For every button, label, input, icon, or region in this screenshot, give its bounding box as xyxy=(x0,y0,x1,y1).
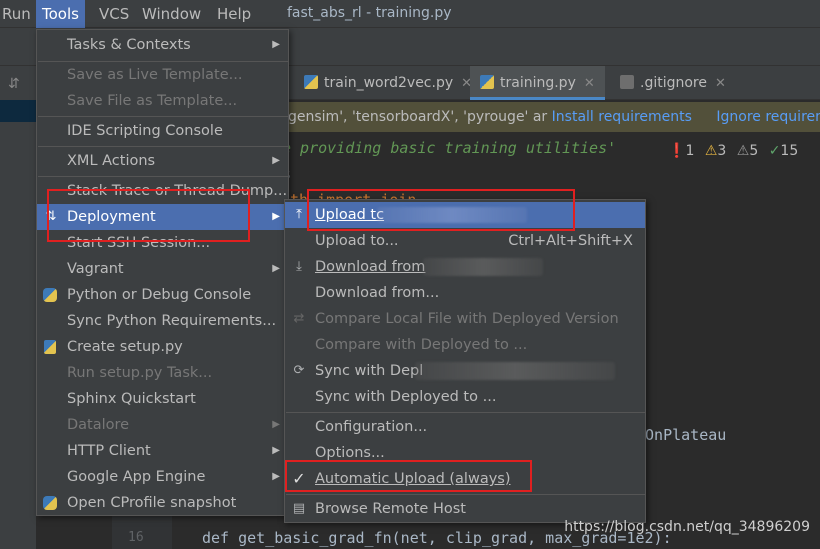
submenu-arrow-icon: ▶ xyxy=(272,419,280,430)
close-icon[interactable]: ✕ xyxy=(715,76,726,91)
menu-item-vagrant[interactable]: Vagrant ▶ xyxy=(37,256,288,282)
redacted-server-name xyxy=(415,362,615,380)
menu-item-download-from[interactable]: Download from... xyxy=(285,280,645,306)
warning-count: ⚠3 xyxy=(704,143,727,159)
menu-item-compare-local[interactable]: ⇄ Compare Local File with Deployed Versio… xyxy=(285,306,645,332)
menu-item-create-setup[interactable]: Create setup.py xyxy=(37,334,288,360)
close-icon[interactable]: ✕ xyxy=(584,76,595,91)
tools-menu: Tasks & Contexts ▶ Save as Live Template.… xyxy=(36,29,289,516)
editor-tabs: train_word2vec.py ✕ training.py ✕ .gitigno… xyxy=(288,66,820,100)
project-tree-selection xyxy=(0,100,36,122)
project-tool-window: ⇵ xyxy=(0,66,36,549)
menu-item-sync-requirements[interactable]: Sync Python Requirements... xyxy=(37,308,288,334)
tab-label: train_word2vec.py xyxy=(324,75,454,91)
typo-icon: ✓ xyxy=(768,143,781,159)
menu-item-save-live-template[interactable]: Save as Live Template... xyxy=(37,62,288,88)
redacted-server-name xyxy=(423,258,543,276)
menu-item-python-console[interactable]: Python or Debug Console xyxy=(37,282,288,308)
submenu-arrow-icon: ▶ xyxy=(272,155,280,166)
window-title: fast_abs_rl - training.py xyxy=(287,5,452,21)
submenu-arrow-icon: ▶ xyxy=(272,39,280,50)
menu-item-xml-actions[interactable]: XML Actions ▶ xyxy=(37,148,288,174)
tab-train-word2vec[interactable]: train_word2vec.py ✕ xyxy=(294,66,482,100)
menu-item-compare-deployed-to[interactable]: Compare with Deployed to ... xyxy=(285,332,645,358)
menu-item-tasks-contexts[interactable]: Tasks & Contexts ▶ xyxy=(37,32,288,58)
menu-item-open-cprofile[interactable]: Open CProfile snapshot xyxy=(37,490,288,516)
install-requirements-link[interactable]: Install requirements xyxy=(552,109,692,125)
menu-run[interactable]: Run xyxy=(0,0,37,28)
error-icon: ❗ xyxy=(668,143,686,159)
annotation-box-auto-upload xyxy=(285,460,532,492)
warning-icon: ⚠ xyxy=(704,143,718,159)
ignore-requirement-link[interactable]: Ignore requirement xyxy=(716,109,820,125)
menu-item-http-client[interactable]: HTTP Client ▶ xyxy=(37,438,288,464)
line-number: 16 xyxy=(128,530,144,545)
requirements-banner: gensim', 'tensorboardX', 'pyrouge' ar In… xyxy=(288,102,820,132)
menu-tools[interactable]: Tools xyxy=(36,0,85,28)
error-count: ❗1 xyxy=(668,143,695,159)
download-icon: ⤓ xyxy=(296,259,302,274)
banner-text: gensim', 'tensorboardX', 'pyrouge' ar xyxy=(288,109,548,125)
tab-label: .gitignore xyxy=(640,75,707,91)
python-icon xyxy=(43,496,57,510)
weak-warning-count: ⚠5 xyxy=(736,143,759,159)
menu-vcs[interactable]: VCS xyxy=(93,0,135,28)
submenu-arrow-icon: ▶ xyxy=(272,263,280,274)
python-file-icon xyxy=(480,75,494,89)
python-file-icon xyxy=(304,75,318,89)
typo-count: ✓15 xyxy=(768,143,799,159)
annotation-box-deployment xyxy=(47,189,250,242)
menu-item-sync-with-deployed-to[interactable]: Sync with Deployed to ... xyxy=(285,384,645,410)
menu-item-sphinx-quickstart[interactable]: Sphinx Quickstart xyxy=(37,386,288,412)
watermark: https://blog.csdn.net/qq_34896209 xyxy=(564,519,810,535)
shortcut-label: Ctrl+Alt+Shift+X xyxy=(508,233,633,249)
tab-gitignore[interactable]: .gitignore ✕ xyxy=(610,66,736,100)
menu-help[interactable]: Help xyxy=(211,0,257,28)
menu-item-run-setup-task[interactable]: Run setup.py Task... xyxy=(37,360,288,386)
submenu-arrow-icon: ▶ xyxy=(272,471,280,482)
menu-bar: Run Tools VCS Window Help fast_abs_rl - … xyxy=(0,0,820,28)
code-comment: e providing basic training utilities' xyxy=(282,139,617,157)
menu-window[interactable]: Window xyxy=(136,0,207,28)
weak-warning-icon: ⚠ xyxy=(736,143,750,159)
compare-icon: ⇄ xyxy=(293,311,305,326)
menu-item-configuration[interactable]: Configuration... xyxy=(285,414,645,440)
python-file-icon xyxy=(44,340,56,354)
tab-training[interactable]: training.py ✕ xyxy=(470,66,605,100)
remote-host-icon: ▤ xyxy=(292,501,306,516)
menu-item-google-app-engine[interactable]: Google App Engine ▶ xyxy=(37,464,288,490)
code-fragment: ROnPlateau xyxy=(636,426,727,444)
gear-icon[interactable]: ⇵ xyxy=(8,76,20,92)
submenu-arrow-icon: ▶ xyxy=(272,445,280,456)
upload-icon: ⤒ xyxy=(296,207,302,222)
inspection-widget[interactable]: ❗1 ⚠3 ⚠5 ✓15 xyxy=(668,140,804,162)
sync-icon: ⟳ xyxy=(293,363,305,378)
submenu-arrow-icon: ▶ xyxy=(272,211,280,222)
tab-label: training.py xyxy=(500,75,576,91)
menu-item-ide-scripting-console[interactable]: IDE Scripting Console xyxy=(37,118,288,144)
menu-item-upload-to[interactable]: Upload to... Ctrl+Alt+Shift+X xyxy=(285,228,645,254)
gitignore-file-icon xyxy=(620,75,634,89)
menu-item-save-file-template[interactable]: Save File as Template... xyxy=(37,88,288,114)
menu-item-datalore[interactable]: Datalore ▶ xyxy=(37,412,288,438)
python-icon xyxy=(43,288,57,302)
annotation-box-upload xyxy=(307,189,575,231)
